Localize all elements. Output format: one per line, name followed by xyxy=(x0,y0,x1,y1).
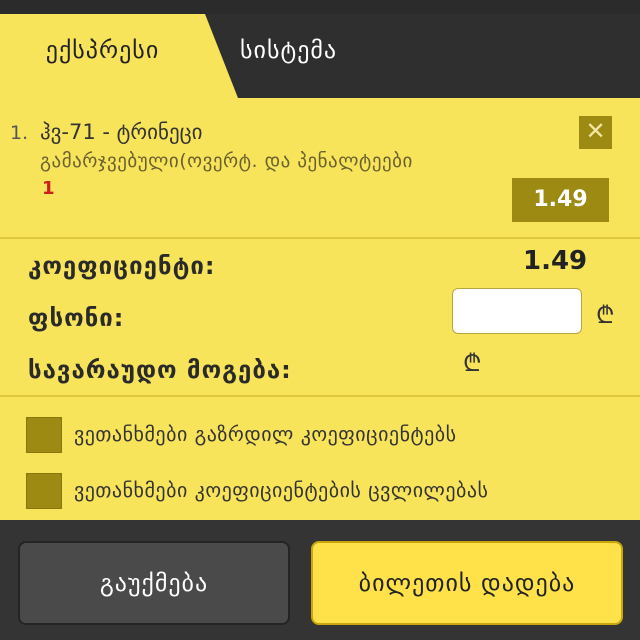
accept-odds-changes-option[interactable]: ვეთანხმები კოეფიციენტების ცვლილებას xyxy=(26,473,626,509)
top-status-strip xyxy=(0,0,640,14)
possible-win-currency-icon: ₾ xyxy=(463,349,482,377)
currency-lari-icon: ₾ xyxy=(596,301,615,329)
bet-item-number: 1. xyxy=(10,122,29,144)
cancel-button[interactable]: გაუქმება xyxy=(18,541,290,625)
tab-system-label: სისტემა xyxy=(240,36,338,64)
bet-type-tabs: ექსპრესი სისტემა xyxy=(0,14,640,98)
tab-system[interactable]: სისტემა xyxy=(240,14,540,98)
accept-increased-odds-option[interactable]: ვეთანხმები გაზრდილ კოეფიციენტებს xyxy=(26,417,626,453)
coefficient-value: 1.49 xyxy=(523,246,588,276)
coefficient-label: კოეფიციენტი: xyxy=(28,252,216,280)
tab-express[interactable]: ექსპრესი xyxy=(0,14,238,98)
bet-market-name: გამარჯვებული(ოვერტ. და პენალტეები xyxy=(40,150,413,172)
place-bet-button[interactable]: ბილეთის დადება xyxy=(311,541,623,625)
bet-pick: 1 xyxy=(42,178,55,199)
action-bar: გაუქმება ბილეთის დადება xyxy=(0,520,640,640)
close-icon: ✕ xyxy=(585,117,606,145)
accept-increased-odds-label: ვეთანხმები გაზრდილ კოეფიციენტებს xyxy=(74,422,457,446)
divider xyxy=(0,395,640,397)
accept-odds-changes-checkbox[interactable] xyxy=(26,473,62,509)
stake-label: ფსონი: xyxy=(28,304,125,332)
remove-bet-button[interactable]: ✕ xyxy=(579,116,612,149)
accept-increased-odds-checkbox[interactable] xyxy=(26,417,62,453)
stake-input[interactable] xyxy=(452,288,582,334)
bet-odd-badge: 1.49 xyxy=(512,178,609,222)
divider xyxy=(0,237,640,239)
accept-odds-changes-label: ვეთანხმები კოეფიციენტების ცვლილებას xyxy=(74,478,489,502)
tab-express-label: ექსპრესი xyxy=(45,36,160,64)
bet-event-name: ჰვ-71 - ტრინეცი xyxy=(40,120,203,144)
possible-win-label: სავარაუდო მოგება: xyxy=(28,356,292,384)
